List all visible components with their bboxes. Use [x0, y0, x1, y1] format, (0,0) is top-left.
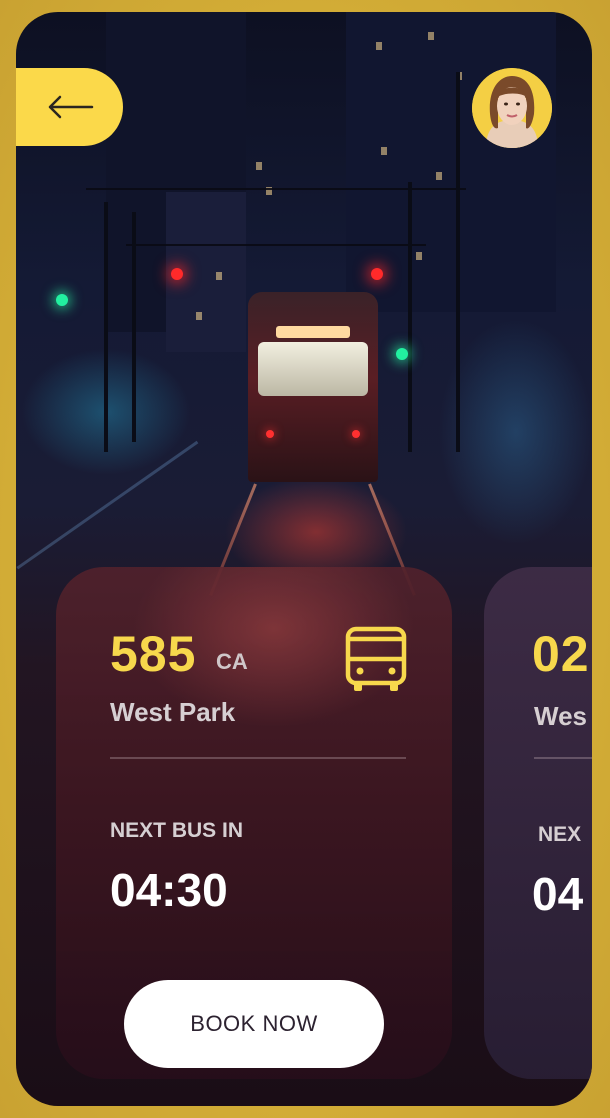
stop-name: West Park: [110, 697, 236, 727]
route-number: 585: [110, 626, 197, 682]
route-number: 02: [532, 626, 590, 682]
back-button[interactable]: [16, 68, 123, 146]
book-now-button[interactable]: BOOK NOW: [124, 980, 384, 1068]
bus-icon: [345, 626, 407, 691]
device-frame: 585 CA West Park NEXT BUS IN 04:30 BOOK …: [0, 0, 610, 1118]
bus-card[interactable]: 585 CA West Park NEXT BUS IN 04:30 BOOK …: [56, 567, 452, 1079]
app-screen: 585 CA West Park NEXT BUS IN 04:30 BOOK …: [16, 12, 592, 1106]
card-divider: [534, 757, 592, 759]
route-code: CA: [216, 649, 248, 674]
next-bus-time: 04: [532, 868, 584, 920]
streetcar: [248, 292, 378, 482]
next-bus-time: 04:30: [110, 864, 228, 916]
card-divider: [110, 757, 406, 759]
stop-name: Wes: [534, 701, 587, 731]
bus-card-next[interactable]: 02 Wes NEX 04: [484, 567, 592, 1079]
user-avatar-icon: [472, 68, 552, 148]
arrow-left-icon: [48, 95, 93, 119]
next-bus-label: NEXT BUS IN: [110, 819, 244, 842]
next-bus-label: NEX: [538, 823, 582, 846]
avatar[interactable]: [472, 68, 552, 148]
